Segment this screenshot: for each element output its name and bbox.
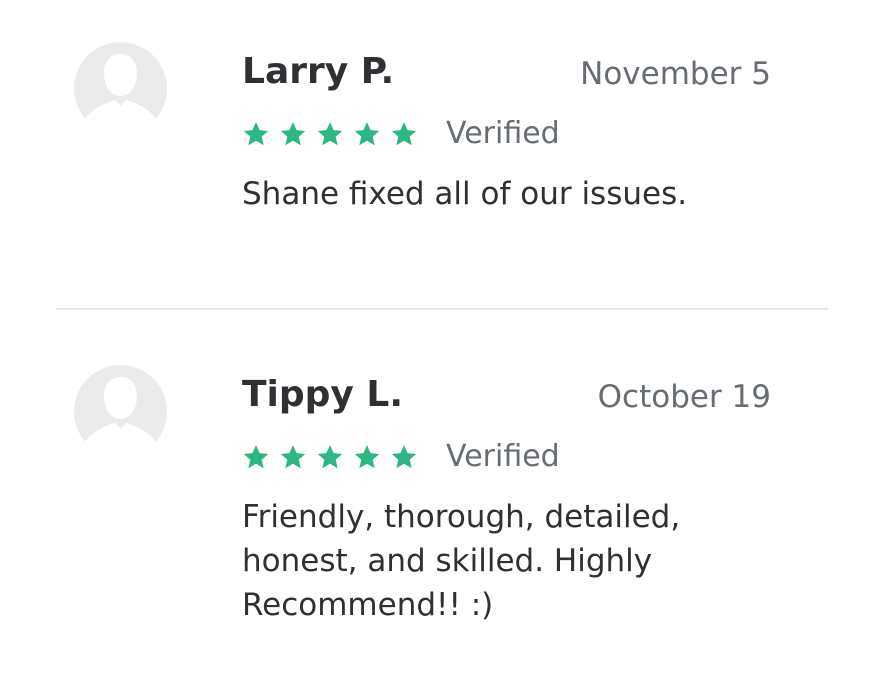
- review-text: Shane fixed all of our issues.: [242, 176, 688, 212]
- verified-label: Verified: [446, 116, 560, 151]
- avatar: [74, 42, 167, 135]
- star-icon: [280, 445, 306, 469]
- star-icon: [280, 122, 306, 146]
- star-icon: [391, 445, 417, 469]
- rating-row: Verified: [242, 435, 560, 479]
- star-icon: [354, 122, 380, 146]
- star-icon: [354, 445, 380, 469]
- person-silhouette-icon: [80, 54, 161, 135]
- divider: [56, 308, 828, 310]
- avatar: [74, 365, 167, 458]
- star-rating: [242, 443, 418, 471]
- star-icon: [317, 122, 343, 146]
- review-date: October 19: [597, 379, 771, 415]
- reviewer-name: Tippy L.: [242, 374, 404, 415]
- reviewer-name: Larry P.: [242, 51, 395, 92]
- star-icon: [243, 445, 269, 469]
- star-icon: [317, 445, 343, 469]
- review-date: November 5: [580, 56, 771, 92]
- star-icon: [243, 122, 269, 146]
- review-item: Tippy L. October 19 Verified Friendly, t…: [0, 323, 883, 700]
- star-rating: [242, 120, 418, 148]
- review-item: Larry P. November 5 Verified Shane fixed…: [0, 0, 883, 300]
- rating-row: Verified: [242, 112, 560, 156]
- verified-label: Verified: [446, 439, 560, 474]
- star-icon: [391, 122, 417, 146]
- reviews-list: Larry P. November 5 Verified Shane fixed…: [0, 0, 883, 700]
- review-text: Friendly, thorough, detailed, honest, an…: [242, 499, 681, 623]
- person-silhouette-icon: [80, 377, 161, 458]
